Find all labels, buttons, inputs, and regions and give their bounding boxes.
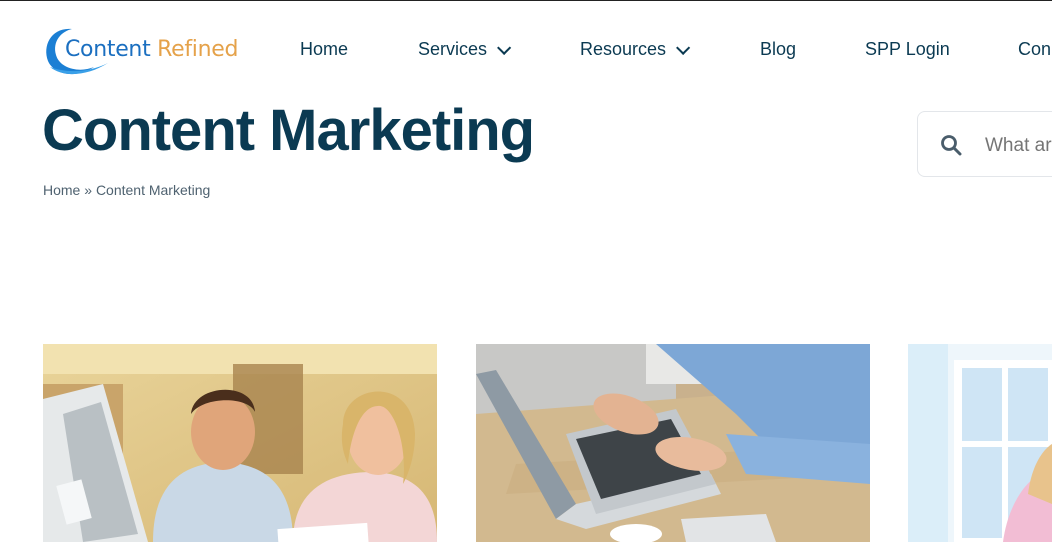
nav-item-home[interactable]: Home <box>300 39 348 60</box>
couple-at-computer-photo <box>43 344 437 542</box>
nav-item-blog[interactable]: Blog <box>760 39 796 60</box>
nav-item-label: SPP Login <box>865 39 950 59</box>
search-input[interactable] <box>983 130 1052 162</box>
nav-item-contact[interactable]: Con <box>1018 39 1051 60</box>
site-logo[interactable]: Content Refined <box>42 23 242 79</box>
site-header: Content Refined Home Services Resources … <box>0 1 1052 101</box>
breadcrumb-home-link[interactable]: Home <box>43 182 80 198</box>
nav-item-label: Services <box>418 39 488 59</box>
breadcrumb-current: Content Marketing <box>95 182 211 198</box>
nav-item-label: Home <box>300 39 349 59</box>
post-card-image-1[interactable] <box>43 344 437 542</box>
chevron-down-icon <box>497 40 512 55</box>
search-box <box>917 111 1052 177</box>
nav-item-label: Blog <box>760 39 797 59</box>
chevron-down-icon <box>676 40 691 55</box>
logo-word-content: Content <box>65 37 151 62</box>
nav-item-label: Con <box>1018 39 1052 59</box>
post-card-image-2[interactable] <box>476 344 870 542</box>
nav-item-spp-login[interactable]: SPP Login <box>865 39 950 60</box>
nav-item-resources[interactable]: Resources <box>580 39 691 60</box>
post-card-image-3[interactable] <box>908 344 1052 542</box>
hands-typing-laptop-photo <box>476 344 870 542</box>
logo-text: Content Refined <box>65 37 238 62</box>
search-icon[interactable] <box>940 134 962 156</box>
logo-word-refined: Refined <box>157 37 239 62</box>
window-room-photo <box>908 344 1052 542</box>
page-title: Content Marketing <box>42 98 535 163</box>
breadcrumb-separator: » <box>84 182 93 198</box>
nav-item-label: Resources <box>580 39 667 59</box>
nav-item-services[interactable]: Services <box>418 39 512 60</box>
breadcrumb: Home » Content Marketing <box>43 182 210 198</box>
